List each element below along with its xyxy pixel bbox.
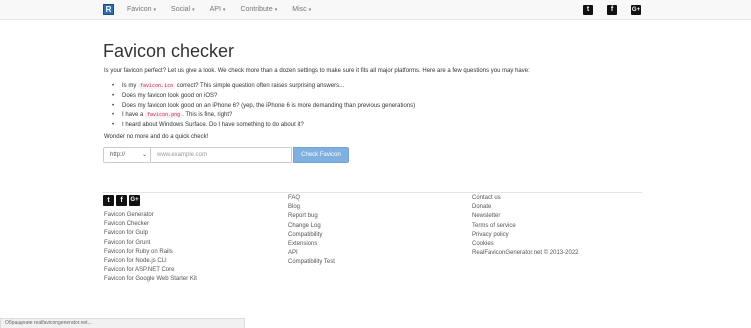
footer-link[interactable]: API [288,249,335,258]
footer-link[interactable]: Blog [288,203,335,212]
nav-item-social[interactable]: Social ▾ [171,0,195,20]
list-item: Does my favicon look good on iOS? [112,92,415,102]
list-item: Does my favicon look good on an iPhone 6… [112,102,415,112]
caret-down-icon: ▾ [274,7,278,13]
code-snippet: favicon.png [145,112,183,119]
question-text: I have a [122,112,146,119]
nav-item-label: Misc [292,6,307,13]
call-to-action: Wonder no more and do a quick check! [104,134,209,140]
footer-link[interactable]: Favicon for Google Web Starter Kit [104,275,197,284]
question-text: Is my [122,83,138,89]
footer-link[interactable]: Cookies [472,240,579,249]
page-title: Favicon checker [103,41,235,61]
question-text: Does my favicon look good on iOS? [122,92,218,99]
top-navbar: R Favicon ▾ Social ▾ API ▾ Contribute ▾ Misc… [0,0,751,20]
question-text: correct? This simple question often rais… [175,83,345,89]
nav-item-label: Favicon [127,6,152,13]
footer-column-favicon: Favicon Generator Favicon Checker Favico… [104,211,197,285]
facebook-icon[interactable]: f [607,5,617,15]
check-form: http:// ⌄ www.example.com Check Favicon [103,147,349,163]
footer-column-resources: FAQ Blog Report bug Change Log Compatibi… [288,194,335,268]
footer-link[interactable]: Favicon for Ruby on Rails [104,248,197,257]
footer-link[interactable]: Extensions [288,240,335,249]
protocol-value: http:// [110,152,126,158]
url-placeholder: www.example.com [157,152,208,158]
footer-social-links: t f G+ [103,195,140,206]
nav-menu: Favicon ▾ Social ▾ API ▾ Contribute ▾ Misc ▾ [127,0,326,20]
nav-item-label: Social [171,6,191,13]
footer-link[interactable]: Favicon for Gulp [104,229,197,238]
footer-link[interactable]: Favicon for Node.js CLI [104,257,197,266]
copyright-text: RealFaviconGenerator.net © 2013-2022 [472,250,579,257]
nav-item-label: API [209,6,221,13]
nav-item-label: Contribute [240,6,273,13]
google-plus-icon[interactable]: G+ [129,195,140,206]
navbar-social-links: t f G+ [583,5,641,15]
footer-link[interactable]: Favicon for ASP.NET Core [104,266,197,275]
footer-link[interactable]: Donate [472,203,579,212]
browser-status-bar: Обращение realfavicongenerator.net... [0,318,245,328]
caret-down-icon: ▾ [192,7,195,13]
check-favicon-button[interactable]: Check Favicon [293,147,349,163]
nav-item-favicon[interactable]: Favicon ▾ [127,0,156,20]
footer-divider [103,192,642,193]
brand-logo[interactable]: R [103,4,114,15]
footer-link[interactable]: Privacy policy [472,231,579,240]
chevron-down-icon: ⌄ [141,152,147,158]
protocol-select[interactable]: http:// ⌄ [103,147,151,163]
code-snippet: favicon.ico [138,83,176,89]
footer-column-about: Contact us Donate Newsletter Terms of se… [472,194,579,258]
question-text: . This is fine, right? [182,112,233,119]
list-item: I heard about Windows Surface. Do I have… [112,121,415,131]
footer-link[interactable]: Favicon Generator [104,211,197,220]
nav-item-api[interactable]: API ▾ [210,0,226,20]
caret-down-icon: ▾ [153,7,157,13]
question-text: I heard about Windows Surface. Do I have… [122,122,304,129]
facebook-icon[interactable]: f [116,195,127,206]
footer-link[interactable]: FAQ [288,194,335,203]
footer-link[interactable]: Compatibility Test [288,258,335,267]
footer-link[interactable]: Report bug [288,212,335,221]
list-item: Is my favicon.ico correct? This simple q… [112,82,415,92]
twitter-icon[interactable]: t [583,5,593,15]
nav-item-contribute[interactable]: Contribute ▾ [240,0,277,20]
footer-link[interactable]: Favicon Checker [104,220,197,229]
footer-link[interactable]: Terms of service [472,222,579,231]
footer-link[interactable]: Contact us [472,194,579,203]
footer-link[interactable]: Change Log [288,222,335,231]
caret-down-icon: ▾ [222,7,226,13]
footer-link[interactable]: Favicon for Grunt [104,239,197,248]
intro-text: Is your favicon perfect? Let us give a l… [104,68,530,74]
nav-item-misc[interactable]: Misc ▾ [292,0,311,20]
twitter-icon[interactable]: t [103,195,114,206]
google-plus-icon[interactable]: G+ [631,5,641,15]
list-item: I have a favicon.png. This is fine, righ… [112,111,415,121]
footer-link[interactable]: Newsletter [472,212,579,221]
question-text: Does my favicon look good on an iPhone 6… [122,102,416,109]
caret-down-icon: ▾ [308,7,312,13]
url-input[interactable]: www.example.com [151,147,292,163]
questions-list: Is my favicon.ico correct? This simple q… [112,82,415,131]
footer-link[interactable]: Compatibility [288,231,335,240]
